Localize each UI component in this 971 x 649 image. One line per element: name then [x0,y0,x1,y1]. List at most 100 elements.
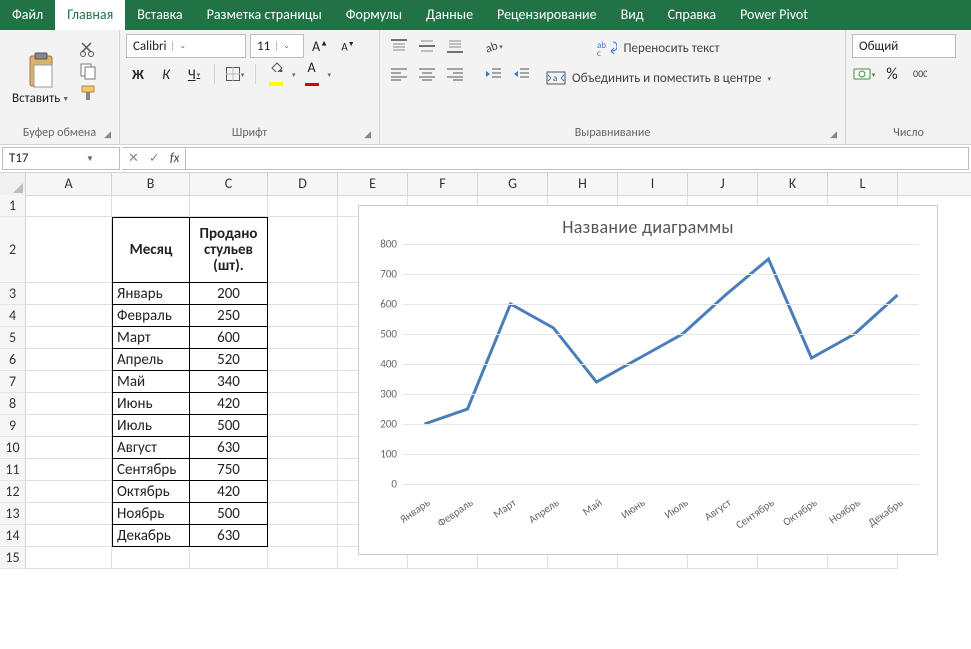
align-bottom-button[interactable] [442,34,468,58]
cell-A3[interactable] [26,283,112,305]
row-header-5[interactable]: 5 [0,327,26,349]
cell-A7[interactable] [26,371,112,393]
paste-button[interactable]: Вставить▼ [6,34,75,122]
name-box[interactable]: T17 ▼ [2,147,120,170]
align-right-button[interactable] [442,62,468,86]
column-header-K[interactable]: K [758,173,828,195]
row-header-9[interactable]: 9 [0,415,26,437]
row-header-11[interactable]: 11 [0,459,26,481]
comma-button[interactable]: 000 [908,62,932,86]
cell-A6[interactable] [26,349,112,371]
cell-D13[interactable] [268,503,338,525]
wrap-text-button[interactable]: abc Переносить текст [540,34,777,62]
cell-B5[interactable]: Март [112,327,190,349]
cell-A15[interactable] [26,547,112,569]
cell-C15[interactable] [190,547,268,569]
cell-C5[interactable]: 600 [190,327,268,349]
cell-B9[interactable]: Июль [112,415,190,437]
tab-review[interactable]: Рецензирование [485,0,609,30]
cell-B10[interactable]: Август [112,437,190,459]
align-top-button[interactable] [386,34,412,58]
cell-C11[interactable]: 750 [190,459,268,481]
cell-A1[interactable] [26,195,112,217]
row-header-14[interactable]: 14 [0,525,26,547]
cell-D2[interactable] [268,217,338,283]
tab-insert[interactable]: Вставка [125,0,194,30]
cell-A4[interactable] [26,305,112,327]
align-middle-button[interactable] [414,34,440,58]
format-painter-button[interactable] [79,84,97,102]
column-header-C[interactable]: C [190,173,268,195]
column-header-L[interactable]: L [828,173,898,195]
cell-B13[interactable]: Ноябрь [112,503,190,525]
cell-D11[interactable] [268,459,338,481]
cell-B12[interactable]: Октябрь [112,481,190,503]
cell-A13[interactable] [26,503,112,525]
cell-B11[interactable]: Сентябрь [112,459,190,481]
cell-C3[interactable]: 200 [190,283,268,305]
cell-A9[interactable] [26,415,112,437]
chart-object[interactable]: Название диаграммы 010020030040050060070… [358,205,938,555]
cell-B1[interactable] [112,195,190,217]
tab-help[interactable]: Справка [656,0,729,30]
worksheet[interactable]: ABCDEFGHIJKL 123456789101112131415МесяцП… [0,173,971,649]
bold-button[interactable]: Ж [126,62,150,86]
row-header-13[interactable]: 13 [0,503,26,525]
tab-page-layout[interactable]: Разметка страницы [195,0,334,30]
cell-C2[interactable]: Продано стульев (шт). [190,217,268,283]
tab-formulas[interactable]: Формулы [334,0,414,30]
row-header-15[interactable]: 15 [0,547,26,569]
cell-C14[interactable]: 630 [190,525,268,547]
cell-D14[interactable] [268,525,338,547]
column-header-D[interactable]: D [268,173,338,195]
cell-B6[interactable]: Апрель [112,349,190,371]
row-header-2[interactable]: 2 [0,217,26,283]
cell-D6[interactable] [268,349,338,371]
increase-font-button[interactable]: A▲ [308,34,332,58]
align-center-button[interactable] [414,62,440,86]
row-header-4[interactable]: 4 [0,305,26,327]
row-header-7[interactable]: 7 [0,371,26,393]
chart-title[interactable]: Название диаграммы [359,216,937,238]
cell-C8[interactable]: 420 [190,393,268,415]
align-left-button[interactable] [386,62,412,86]
fill-color-button[interactable] [264,62,288,86]
cell-B14[interactable]: Декабрь [112,525,190,547]
cell-C1[interactable] [190,195,268,217]
decrease-indent-button[interactable] [480,62,506,86]
cell-C9[interactable]: 500 [190,415,268,437]
column-header-I[interactable]: I [618,173,688,195]
cell-D9[interactable] [268,415,338,437]
cell-B4[interactable]: Февраль [112,305,190,327]
underline-button[interactable]: Ч▾ [182,62,206,86]
font-launcher-icon[interactable]: ◢ [364,126,371,144]
column-header-H[interactable]: H [548,173,618,195]
column-header-J[interactable]: J [688,173,758,195]
cell-C13[interactable]: 500 [190,503,268,525]
copy-button[interactable] [79,62,97,80]
cell-D12[interactable] [268,481,338,503]
font-size-combo[interactable]: 11⌄ [250,34,304,58]
cell-D4[interactable] [268,305,338,327]
cell-D7[interactable] [268,371,338,393]
cell-A12[interactable] [26,481,112,503]
cell-D3[interactable] [268,283,338,305]
column-header-B[interactable]: B [112,173,190,195]
borders-button[interactable]: ▾ [223,62,247,86]
row-header-6[interactable]: 6 [0,349,26,371]
formula-input[interactable] [186,147,969,170]
tab-view[interactable]: Вид [609,0,656,30]
row-header-8[interactable]: 8 [0,393,26,415]
column-header-F[interactable]: F [408,173,478,195]
cell-A5[interactable] [26,327,112,349]
column-header-A[interactable]: A [26,173,112,195]
cell-B15[interactable] [112,547,190,569]
tab-powerpivot[interactable]: Power Pivot [728,0,820,30]
column-header-G[interactable]: G [478,173,548,195]
cell-D5[interactable] [268,327,338,349]
select-all-corner[interactable] [0,173,26,195]
cut-button[interactable] [79,40,97,58]
cell-B8[interactable]: Июнь [112,393,190,415]
increase-indent-button[interactable] [508,62,534,86]
clipboard-launcher-icon[interactable]: ◢ [104,126,111,144]
